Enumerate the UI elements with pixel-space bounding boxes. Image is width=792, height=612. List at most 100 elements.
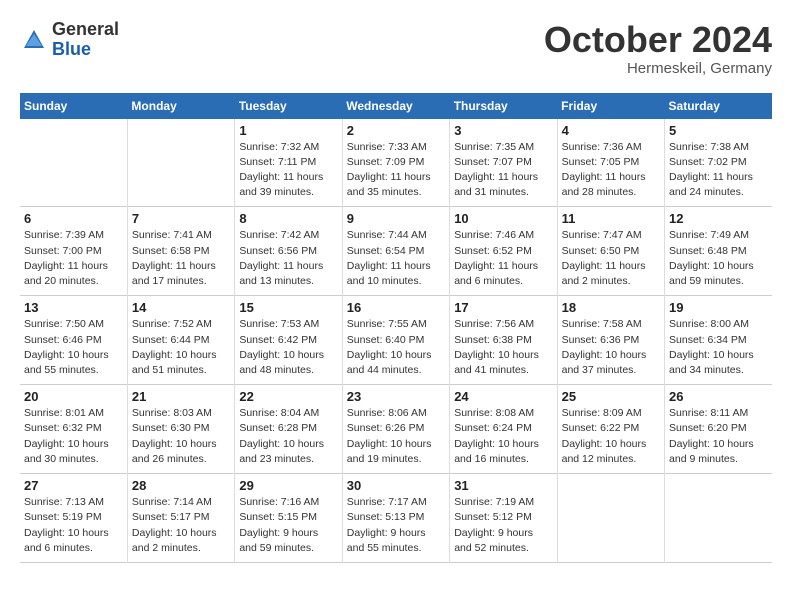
day-number: 7 <box>132 211 230 226</box>
logo-general-text: General <box>52 19 119 39</box>
day-cell: 22 Sunrise: 8:04 AM Sunset: 6:28 PM Dayli… <box>235 385 342 474</box>
day-info: Sunrise: 7:58 AM Sunset: 6:36 PM Dayligh… <box>562 317 660 378</box>
day-info: Sunrise: 7:33 AM Sunset: 7:09 PM Dayligh… <box>347 140 445 201</box>
day-cell: 8 Sunrise: 7:42 AM Sunset: 6:56 PM Daylig… <box>235 207 342 296</box>
day-cell: 14 Sunrise: 7:52 AM Sunset: 6:44 PM Dayli… <box>127 296 234 385</box>
logo-icon <box>20 26 48 54</box>
calendar-table: SundayMondayTuesdayWednesdayThursdayFrid… <box>20 93 772 563</box>
logo: General Blue <box>20 20 119 60</box>
day-number: 18 <box>562 300 660 315</box>
day-cell: 11Sunrise: 7:47 AM Sunset: 6:50 PM Dayli… <box>557 207 664 296</box>
day-info: Sunrise: 8:09 AM Sunset: 6:22 PM Dayligh… <box>562 406 660 467</box>
weekday-header-wednesday: Wednesday <box>342 93 449 119</box>
day-info: Sunrise: 8:01 AM Sunset: 6:32 PM Dayligh… <box>24 406 123 467</box>
day-cell: 19Sunrise: 8:00 AM Sunset: 6:34 PM Dayli… <box>665 296 772 385</box>
day-cell: 25 Sunrise: 8:09 AM Sunset: 6:22 PM Dayli… <box>557 385 664 474</box>
day-number: 14 <box>132 300 230 315</box>
day-info: Sunrise: 8:04 AM Sunset: 6:28 PM Dayligh… <box>239 406 337 467</box>
day-number: 13 <box>24 300 123 315</box>
day-info: Sunrise: 7:32 AM Sunset: 7:11 PM Dayligh… <box>239 140 337 201</box>
weekday-header-saturday: Saturday <box>665 93 772 119</box>
month-title: October 2024 <box>544 20 772 60</box>
day-info: Sunrise: 7:14 AM Sunset: 5:17 PM Dayligh… <box>132 495 230 556</box>
day-number: 3 <box>454 123 552 138</box>
day-number: 27 <box>24 478 123 493</box>
day-number: 11 <box>562 211 660 226</box>
week-row-1: 1Sunrise: 7:32 AM Sunset: 7:11 PM Daylig… <box>20 119 772 207</box>
day-cell: 1Sunrise: 7:32 AM Sunset: 7:11 PM Daylig… <box>235 119 342 207</box>
weekday-header-monday: Monday <box>127 93 234 119</box>
day-info: Sunrise: 7:50 AM Sunset: 6:46 PM Dayligh… <box>24 317 123 378</box>
day-info: Sunrise: 8:06 AM Sunset: 6:26 PM Dayligh… <box>347 406 445 467</box>
day-info: Sunrise: 7:19 AM Sunset: 5:12 PM Dayligh… <box>454 495 552 556</box>
day-number: 8 <box>239 211 337 226</box>
day-cell: 16 Sunrise: 7:55 AM Sunset: 6:40 PM Dayli… <box>342 296 449 385</box>
day-cell: 31 Sunrise: 7:19 AM Sunset: 5:12 PM Dayli… <box>450 474 557 563</box>
day-cell <box>20 119 127 207</box>
day-number: 22 <box>239 389 337 404</box>
day-info: Sunrise: 7:52 AM Sunset: 6:44 PM Dayligh… <box>132 317 230 378</box>
day-number: 4 <box>562 123 660 138</box>
day-cell: 12Sunrise: 7:49 AM Sunset: 6:48 PM Dayli… <box>665 207 772 296</box>
day-info: Sunrise: 7:56 AM Sunset: 6:38 PM Dayligh… <box>454 317 552 378</box>
day-info: Sunrise: 7:41 AM Sunset: 6:58 PM Dayligh… <box>132 228 230 289</box>
day-info: Sunrise: 7:17 AM Sunset: 5:13 PM Dayligh… <box>347 495 445 556</box>
day-cell: 6 Sunrise: 7:39 AM Sunset: 7:00 PM Daylig… <box>20 207 127 296</box>
title-block: October 2024 Hermeskeil, Germany <box>544 20 772 77</box>
day-cell: 29Sunrise: 7:16 AM Sunset: 5:15 PM Dayli… <box>235 474 342 563</box>
day-cell: 7 Sunrise: 7:41 AM Sunset: 6:58 PM Daylig… <box>127 207 234 296</box>
day-info: Sunrise: 7:55 AM Sunset: 6:40 PM Dayligh… <box>347 317 445 378</box>
day-cell: 20 Sunrise: 8:01 AM Sunset: 6:32 PM Dayli… <box>20 385 127 474</box>
day-number: 17 <box>454 300 552 315</box>
day-info: Sunrise: 7:38 AM Sunset: 7:02 PM Dayligh… <box>669 140 768 201</box>
day-info: Sunrise: 7:53 AM Sunset: 6:42 PM Dayligh… <box>239 317 337 378</box>
day-cell: 21 Sunrise: 8:03 AM Sunset: 6:30 PM Dayli… <box>127 385 234 474</box>
day-cell: 9Sunrise: 7:44 AM Sunset: 6:54 PM Daylig… <box>342 207 449 296</box>
day-info: Sunrise: 7:39 AM Sunset: 7:00 PM Dayligh… <box>24 228 123 289</box>
day-number: 26 <box>669 389 768 404</box>
day-number: 6 <box>24 211 123 226</box>
weekday-header-friday: Friday <box>557 93 664 119</box>
week-row-4: 20 Sunrise: 8:01 AM Sunset: 6:32 PM Dayli… <box>20 385 772 474</box>
day-cell: 26 Sunrise: 8:11 AM Sunset: 6:20 PM Dayli… <box>665 385 772 474</box>
day-number: 16 <box>347 300 445 315</box>
day-cell: 13 Sunrise: 7:50 AM Sunset: 6:46 PM Dayli… <box>20 296 127 385</box>
day-number: 20 <box>24 389 123 404</box>
day-info: Sunrise: 7:46 AM Sunset: 6:52 PM Dayligh… <box>454 228 552 289</box>
day-cell: 30 Sunrise: 7:17 AM Sunset: 5:13 PM Dayli… <box>342 474 449 563</box>
day-number: 23 <box>347 389 445 404</box>
day-cell: 23 Sunrise: 8:06 AM Sunset: 6:26 PM Dayli… <box>342 385 449 474</box>
location: Hermeskeil, Germany <box>544 60 772 77</box>
day-number: 25 <box>562 389 660 404</box>
day-info: Sunrise: 7:42 AM Sunset: 6:56 PM Dayligh… <box>239 228 337 289</box>
day-cell: 28Sunrise: 7:14 AM Sunset: 5:17 PM Dayli… <box>127 474 234 563</box>
day-number: 24 <box>454 389 552 404</box>
week-row-2: 6 Sunrise: 7:39 AM Sunset: 7:00 PM Daylig… <box>20 207 772 296</box>
week-row-5: 27 Sunrise: 7:13 AM Sunset: 5:19 PM Dayli… <box>20 474 772 563</box>
day-number: 9 <box>347 211 445 226</box>
day-info: Sunrise: 8:11 AM Sunset: 6:20 PM Dayligh… <box>669 406 768 467</box>
day-number: 2 <box>347 123 445 138</box>
day-number: 19 <box>669 300 768 315</box>
day-info: Sunrise: 7:16 AM Sunset: 5:15 PM Dayligh… <box>239 495 337 556</box>
day-number: 31 <box>454 478 552 493</box>
day-number: 5 <box>669 123 768 138</box>
week-row-3: 13 Sunrise: 7:50 AM Sunset: 6:46 PM Dayli… <box>20 296 772 385</box>
day-info: Sunrise: 7:36 AM Sunset: 7:05 PM Dayligh… <box>562 140 660 201</box>
day-number: 30 <box>347 478 445 493</box>
day-cell: 4 Sunrise: 7:36 AM Sunset: 7:05 PM Daylig… <box>557 119 664 207</box>
weekday-header-thursday: Thursday <box>450 93 557 119</box>
day-cell: 2 Sunrise: 7:33 AM Sunset: 7:09 PM Daylig… <box>342 119 449 207</box>
day-info: Sunrise: 8:03 AM Sunset: 6:30 PM Dayligh… <box>132 406 230 467</box>
day-cell: 24 Sunrise: 8:08 AM Sunset: 6:24 PM Dayli… <box>450 385 557 474</box>
logo-blue-text: Blue <box>52 39 91 59</box>
day-info: Sunrise: 7:13 AM Sunset: 5:19 PM Dayligh… <box>24 495 123 556</box>
day-cell: 18 Sunrise: 7:58 AM Sunset: 6:36 PM Dayli… <box>557 296 664 385</box>
day-info: Sunrise: 7:35 AM Sunset: 7:07 PM Dayligh… <box>454 140 552 201</box>
day-number: 10 <box>454 211 552 226</box>
day-cell <box>127 119 234 207</box>
day-number: 21 <box>132 389 230 404</box>
day-info: Sunrise: 8:08 AM Sunset: 6:24 PM Dayligh… <box>454 406 552 467</box>
day-info: Sunrise: 7:49 AM Sunset: 6:48 PM Dayligh… <box>669 228 768 289</box>
weekday-header-row: SundayMondayTuesdayWednesdayThursdayFrid… <box>20 93 772 119</box>
